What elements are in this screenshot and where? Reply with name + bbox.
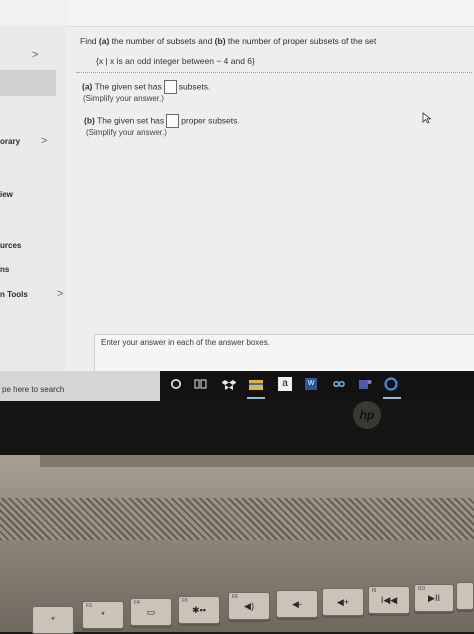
display-switch-icon: ▭ [146,606,156,617]
divider [76,72,472,73]
panel-header [66,0,474,27]
cortana-icon[interactable] [168,374,184,394]
key-number: F5 [182,598,188,604]
volume-down-icon: ◀- [292,598,302,609]
dropbox-icon[interactable] [220,374,238,394]
taskbar-search-input[interactable]: pe here to search [0,371,160,401]
part-b-label: (b) [84,115,95,126]
key-number: F3 [86,603,92,609]
key-number: f9 [372,588,377,594]
infinity-app-icon[interactable] [329,374,349,394]
set-definition: {x | x is an odd integer between − 4 and… [96,56,255,66]
previous-track-icon: I◀◀ [380,594,398,605]
sidebar-header [0,0,66,26]
amazon-glyph: a [278,377,292,391]
hp-logo: hp [353,401,381,429]
windows-taskbar: pe here to search a W [0,371,474,401]
function-key[interactable]: ◀- [276,590,318,618]
chevron-right-icon[interactable]: > [41,135,47,147]
word-glyph: W [305,378,317,390]
question-middle: the number of subsets and [109,36,215,46]
answer-instructions-bar: Enter your answer in each of the answer … [94,334,474,375]
search-placeholder: pe here to search [2,385,65,394]
task-view-icon[interactable] [192,374,210,394]
part-a-label: (a) [82,81,93,92]
part-b-unit: proper subsets. [181,115,240,126]
part-b-row: (b) The given set has proper subsets. [84,114,240,128]
sidebar-item-library[interactable]: orary [0,137,20,146]
browser-screen: > orary > iew urces ns n Tools > Find (a… [0,0,474,382]
speaker-grille [0,498,474,540]
mouse-cursor-icon [422,112,432,127]
edge-icon[interactable] [382,374,400,394]
volume-up-icon: ◀+ [336,596,350,607]
question-part-a-marker: (a) [98,36,110,46]
part-a-answer-input[interactable] [163,80,177,94]
answer-instructions: Enter your answer in each of the answer … [101,338,270,347]
function-key[interactable]: F3 * [82,601,124,629]
chevron-right-icon[interactable]: > [32,49,38,61]
function-key[interactable]: f10 ▶II [414,584,454,612]
laptop-bezel [0,401,474,461]
keyboard-backlight-icon: * [51,615,55,625]
laptop-hinge [40,455,474,467]
function-key[interactable]: ◀+ [322,588,364,616]
teams-icon[interactable] [356,374,374,394]
key-number: F4 [134,600,140,606]
question-text: Find (a) the number of subsets and (b) t… [80,36,376,46]
function-key[interactable]: f9 I◀◀ [368,586,410,614]
question-suffix: the number of proper subsets of the set [225,36,377,46]
mute-icon: ◀) [244,600,254,611]
active-app-indicator [247,397,265,399]
sidebar-item-view[interactable]: iew [0,190,13,199]
play-pause-icon: ▶II [428,592,440,603]
part-a-text: The given set has [92,81,162,92]
function-key[interactable] [456,582,474,610]
amazon-icon[interactable]: a [276,374,294,394]
chevron-right-icon[interactable]: > [57,288,63,300]
function-key[interactable]: * [32,606,74,634]
brightness-icon: * [101,610,105,620]
backlight-icon: ✱▪▪ [192,604,206,615]
course-sidebar: > orary > iew urces ns n Tools > [0,0,67,382]
part-b-text: The given set has [94,115,165,126]
part-b-answer-input[interactable] [166,114,180,128]
function-key[interactable]: F4 ▭ [130,598,172,626]
function-key[interactable]: F5 ✱▪▪ [178,596,220,624]
part-a-row: (a) The given set has subsets. [82,80,210,94]
active-app-indicator [383,397,401,399]
sidebar-item-ns[interactable]: ns [0,265,9,274]
part-a-hint: (Simplify your answer.) [83,94,164,103]
sidebar-selected-item[interactable] [0,70,56,96]
part-b-hint: (Simplify your answer.) [86,128,167,137]
file-explorer-icon[interactable] [246,374,266,394]
part-a-unit: subsets. [178,81,211,92]
key-number: f10 [418,586,425,592]
sidebar-item-resources[interactable]: urces [0,241,21,250]
key-number: F6 [232,594,238,600]
question-part-b-marker: (b) [214,36,226,46]
question-panel: Find (a) the number of subsets and (b) t… [66,0,474,382]
word-icon[interactable]: W [302,374,320,394]
function-key[interactable]: F6 ◀) [228,592,270,620]
sidebar-item-tools[interactable]: n Tools [0,290,28,299]
question-prefix: Find [80,36,99,46]
